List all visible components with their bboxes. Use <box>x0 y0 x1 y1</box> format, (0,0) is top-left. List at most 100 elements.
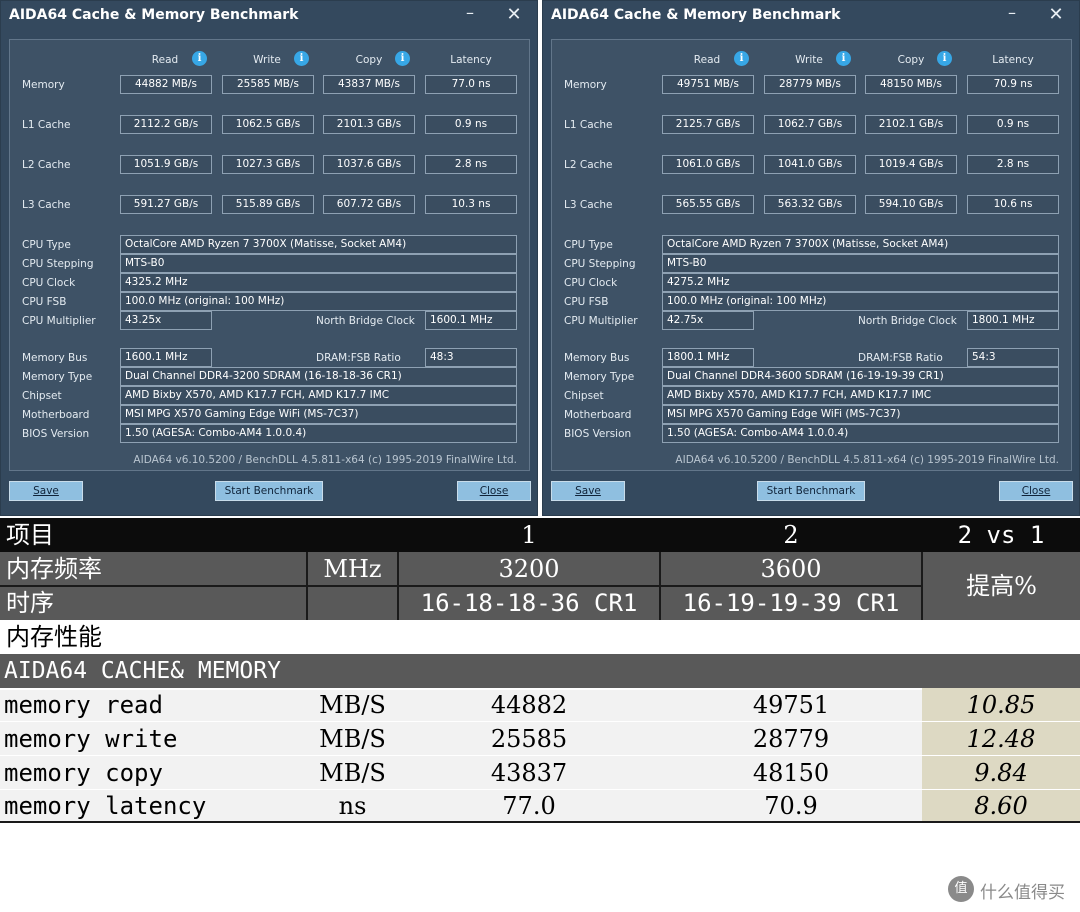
row-unit: MB/S <box>319 725 386 753</box>
memory-copy-value: 48150 MB/s <box>865 75 957 94</box>
info-icon[interactable]: i <box>192 51 207 66</box>
save-button[interactable]: Save <box>9 481 83 501</box>
chipset-value: AMD Bixby X570, AMD K17.7 FCH, AMD K17.7… <box>662 386 1059 405</box>
cpu-multiplier-label: CPU Multiplier <box>564 315 638 327</box>
cpu-type-label: CPU Type <box>22 239 71 251</box>
memory-bus-label: Memory Bus <box>22 352 88 364</box>
cpu-multiplier-value: 43.25x <box>120 311 212 330</box>
header-col2: 2 <box>783 521 799 549</box>
row-value-2: 48150 <box>752 759 830 787</box>
row-unit: MB/S <box>319 691 386 719</box>
row-improvement: 12.48 <box>966 725 1036 753</box>
close-icon[interactable]: ✕ <box>1045 5 1067 25</box>
info-icon[interactable]: i <box>734 51 749 66</box>
freq-label: 内存频率 <box>6 555 102 583</box>
l1-latency-value: 0.9 ns <box>967 115 1059 134</box>
aida64-window-right: AIDA64 Cache & Memory Benchmark – ✕ Read… <box>542 0 1080 516</box>
memory-type-label: Memory Type <box>22 371 93 383</box>
motherboard-label: Motherboard <box>22 409 90 421</box>
freq-value-2: 3600 <box>760 555 822 583</box>
header-item: 项目 <box>6 521 54 549</box>
cpu-multiplier-label: CPU Multiplier <box>22 315 96 327</box>
dram-fsb-label: DRAM:FSB Ratio <box>316 352 401 364</box>
l1-write-value: 1062.5 GB/s <box>222 115 314 134</box>
memory-latency-value: 70.9 ns <box>967 75 1059 94</box>
memory-write-value: 28779 MB/s <box>764 75 856 94</box>
nb-clock-value: 1600.1 MHz <box>425 311 517 330</box>
memory-read-value: 49751 MB/s <box>662 75 754 94</box>
row-unit: ns <box>338 792 367 820</box>
bios-value: 1.50 (AGESA: Combo-AM4 1.0.0.4) <box>120 424 517 443</box>
info-icon[interactable]: i <box>937 51 952 66</box>
cpu-type-label: CPU Type <box>564 239 613 251</box>
l3-copy-value: 594.10 GB/s <box>865 195 957 214</box>
footer-copyright: AIDA64 v6.10.5200 / BenchDLL 4.5.811-x64… <box>133 454 517 466</box>
aida64-window-left: AIDA64 Cache & Memory Benchmark – ✕ Read… <box>0 0 538 516</box>
row-unit: MB/S <box>319 759 386 787</box>
bios-label: BIOS Version <box>564 428 632 440</box>
start-benchmark-button[interactable]: Start Benchmark <box>215 481 323 501</box>
start-benchmark-button[interactable]: Start Benchmark <box>757 481 865 501</box>
freq-unit: MHz <box>323 555 382 583</box>
cpu-fsb-value: 100.0 MHz (original: 100 MHz) <box>662 292 1059 311</box>
data-rows: memory read MB/S 44882 49751 10.85 memor… <box>0 688 1080 823</box>
nb-clock-label: North Bridge Clock <box>858 315 957 327</box>
cpu-type-value: OctalCore AMD Ryzen 7 3700X (Matisse, So… <box>662 235 1059 254</box>
close-button[interactable]: Close <box>457 481 531 501</box>
subsection-row: AIDA64 CACHE& MEMORY <box>0 654 1080 688</box>
cpu-multiplier-value: 42.75x <box>662 311 754 330</box>
l1-latency-value: 0.9 ns <box>425 115 517 134</box>
save-button[interactable]: Save <box>551 481 625 501</box>
row-value-2: 28779 <box>752 725 830 753</box>
results-panel: Read i Write i Copy i Latency Memory 497… <box>551 39 1072 471</box>
memory-type-value: Dual Channel DDR4-3200 SDRAM (16-18-18-3… <box>120 367 517 386</box>
row-label-l1: L1 Cache <box>22 119 71 131</box>
minimize-icon[interactable]: – <box>459 5 481 25</box>
l3-write-value: 563.32 GB/s <box>764 195 856 214</box>
row-label: memory read <box>4 691 163 719</box>
memory-bus-label: Memory Bus <box>564 352 630 364</box>
l3-read-value: 591.27 GB/s <box>120 195 212 214</box>
l2-read-value: 1061.0 GB/s <box>662 155 754 174</box>
row-label-l1: L1 Cache <box>564 119 613 131</box>
info-icon[interactable]: i <box>836 51 851 66</box>
bios-value: 1.50 (AGESA: Combo-AM4 1.0.0.4) <box>662 424 1059 443</box>
cpu-fsb-label: CPU FSB <box>22 296 67 308</box>
memory-type-value: Dual Channel DDR4-3600 SDRAM (16-19-19-3… <box>662 367 1059 386</box>
row-value-1: 25585 <box>490 725 568 753</box>
timing-value-1: 16-18-18-36 CR1 <box>420 589 638 617</box>
l2-copy-value: 1019.4 GB/s <box>865 155 957 174</box>
title-bar[interactable]: AIDA64 Cache & Memory Benchmark – ✕ <box>1 1 537 31</box>
header-vs: 2 vs 1 <box>957 521 1045 549</box>
header-latency: Latency <box>450 54 492 66</box>
info-icon[interactable]: i <box>395 51 410 66</box>
cpu-fsb-label: CPU FSB <box>564 296 609 308</box>
minimize-icon[interactable]: – <box>1001 5 1023 25</box>
l1-write-value: 1062.7 GB/s <box>764 115 856 134</box>
memory-bus-value: 1800.1 MHz <box>662 348 754 367</box>
close-icon[interactable]: ✕ <box>503 5 525 25</box>
l3-copy-value: 607.72 GB/s <box>323 195 415 214</box>
row-value-2: 49751 <box>752 691 830 719</box>
row-value-1: 77.0 <box>502 792 556 820</box>
close-button[interactable]: Close <box>999 481 1073 501</box>
row-label: memory copy <box>4 759 163 787</box>
l2-write-value: 1041.0 GB/s <box>764 155 856 174</box>
row-value-2: 70.9 <box>764 792 818 820</box>
memory-write-value: 25585 MB/s <box>222 75 314 94</box>
freq-value-1: 3200 <box>498 555 560 583</box>
title-bar[interactable]: AIDA64 Cache & Memory Benchmark – ✕ <box>543 1 1079 31</box>
row-label-l2: L2 Cache <box>564 159 613 171</box>
config-block: 内存频率 MHz 3200 3600 时序 16-18-18-36 CR1 16… <box>0 552 1080 620</box>
cpu-clock-value: 4275.2 MHz <box>662 273 1059 292</box>
watermark-text: 什么值得买 <box>980 883 1065 903</box>
row-improvement: 9.84 <box>974 759 1028 787</box>
header-latency: Latency <box>992 54 1034 66</box>
l3-latency-value: 10.6 ns <box>967 195 1059 214</box>
cpu-clock-label: CPU Clock <box>564 277 618 289</box>
results-panel: Read i Write i Copy i Latency Memory 448… <box>9 39 530 471</box>
l2-latency-value: 2.8 ns <box>425 155 517 174</box>
subsection-title: AIDA64 CACHE& MEMORY <box>4 658 281 684</box>
cpu-fsb-value: 100.0 MHz (original: 100 MHz) <box>120 292 517 311</box>
info-icon[interactable]: i <box>294 51 309 66</box>
